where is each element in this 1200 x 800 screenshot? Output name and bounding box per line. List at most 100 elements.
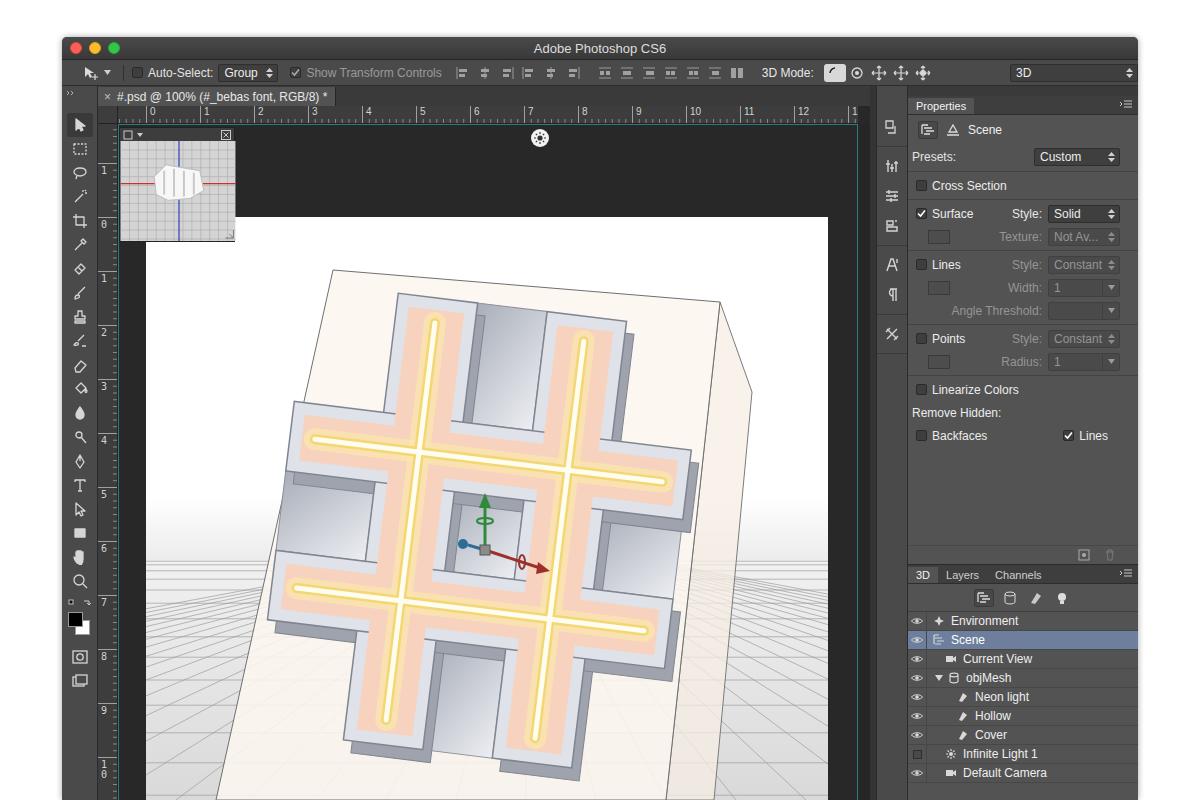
property-checkbox[interactable]: Cross Section <box>916 179 1036 193</box>
visibility-toggle[interactable] <box>908 612 927 630</box>
default-colors-button[interactable] <box>67 597 93 609</box>
visibility-toggle[interactable] <box>908 631 927 649</box>
canvas[interactable] <box>118 124 858 800</box>
tool-button[interactable] <box>67 209 93 233</box>
hashtag-mesh[interactable] <box>253 282 715 790</box>
panel-menu-icon[interactable] <box>1120 100 1132 110</box>
align-button[interactable] <box>518 63 540 83</box>
value-dropdown-button[interactable] <box>1102 303 1119 319</box>
render-icon[interactable] <box>1078 549 1090 561</box>
zoom-button[interactable] <box>108 42 120 54</box>
panel-tab[interactable]: Channels <box>987 567 1049 583</box>
scene-tree-item[interactable]: Scene <box>908 631 1138 650</box>
vertical-ruler[interactable]: 1012345678910 <box>98 124 118 800</box>
checkbox[interactable] <box>916 259 927 270</box>
value-input[interactable]: 1 <box>1048 279 1120 297</box>
scene-tree-item[interactable]: Current View <box>908 650 1138 669</box>
tool-button[interactable] <box>67 401 93 425</box>
auto-select-target-select[interactable]: Group <box>218 64 278 82</box>
3d-mode-button[interactable] <box>868 63 890 83</box>
property-checkbox[interactable]: Lines <box>916 258 1006 272</box>
dock-button[interactable] <box>879 151 905 181</box>
property-checkbox[interactable]: Lines <box>1063 429 1108 443</box>
trash-icon[interactable] <box>1104 549 1116 561</box>
panel-menu-icon[interactable] <box>1120 569 1132 579</box>
color-swatch[interactable] <box>928 230 950 244</box>
tool-button[interactable] <box>67 161 93 185</box>
tool-button[interactable] <box>67 497 93 521</box>
view-menu-icon[interactable] <box>123 130 153 140</box>
property-checkbox[interactable]: Surface <box>916 207 1006 221</box>
distribute-button[interactable] <box>704 63 726 83</box>
distribute-button[interactable] <box>616 63 638 83</box>
property-checkbox[interactable]: Points <box>916 332 1006 346</box>
checkbox[interactable] <box>290 67 301 78</box>
value-dropdown-button[interactable] <box>1102 280 1119 296</box>
tool-button[interactable] <box>67 233 93 257</box>
scene-tree-item[interactable]: Cover <box>908 726 1138 745</box>
property-checkbox[interactable]: Linearize Colors <box>916 383 1036 397</box>
scene-tree-item[interactable]: Environment <box>908 612 1138 631</box>
dock-button[interactable] <box>879 211 905 241</box>
tool-button[interactable] <box>67 281 93 305</box>
checkbox[interactable] <box>132 67 143 78</box>
color-swatch[interactable] <box>928 281 950 295</box>
3d-scene[interactable] <box>146 217 828 800</box>
quick-mask-button[interactable] <box>67 645 93 669</box>
align-button[interactable] <box>496 63 518 83</box>
align-button[interactable] <box>540 63 562 83</box>
transform-gizmo[interactable] <box>458 493 550 574</box>
3d-mode-button[interactable] <box>846 63 868 83</box>
presets-select[interactable]: Custom <box>1034 148 1120 166</box>
checkbox[interactable] <box>916 333 927 344</box>
distribute-button[interactable] <box>638 63 660 83</box>
meshes-filter[interactable] <box>1000 589 1020 607</box>
style-select[interactable]: Solid <box>1048 205 1120 223</box>
dock-button[interactable] <box>879 112 905 142</box>
color-swatch[interactable] <box>928 355 950 369</box>
checkbox[interactable] <box>1063 430 1074 441</box>
panel-tab[interactable]: 3D <box>908 567 938 583</box>
materials-filter[interactable] <box>1026 589 1046 607</box>
scene-tree-item[interactable]: Infinite Light 1 <box>908 745 1138 764</box>
close-view-icon[interactable] <box>221 130 231 140</box>
value-dropdown-button[interactable] <box>1102 354 1119 370</box>
style-select[interactable]: Constant <box>1048 330 1120 348</box>
expand-arrow-icon[interactable] <box>934 672 944 684</box>
panel-collapse-bar[interactable] <box>908 86 1138 96</box>
tool-button[interactable] <box>67 113 93 137</box>
ruler-origin[interactable] <box>98 106 118 124</box>
distribute-button[interactable] <box>682 63 704 83</box>
document[interactable] <box>146 217 828 800</box>
dock-button[interactable] <box>879 319 905 349</box>
distribute-button[interactable] <box>594 63 616 83</box>
close-tab-button[interactable]: × <box>104 90 111 104</box>
tool-button[interactable] <box>67 545 93 569</box>
tool-button[interactable] <box>67 329 93 353</box>
dock-button[interactable] <box>879 280 905 310</box>
workspace-select[interactable]: 3D <box>1010 64 1138 82</box>
property-checkbox[interactable]: Backfaces <box>916 429 987 443</box>
visibility-toggle[interactable] <box>908 669 927 687</box>
light-toggle-button[interactable] <box>531 129 549 147</box>
properties-tab[interactable]: Properties <box>908 98 974 114</box>
panel-tab[interactable]: Layers <box>938 567 987 583</box>
3d-secondary-view[interactable] <box>119 127 235 242</box>
scene-tree-item[interactable]: Neon light <box>908 688 1138 707</box>
distribute-button[interactable] <box>660 63 682 83</box>
scene-tree-item[interactable]: objMesh <box>908 669 1138 688</box>
tool-button[interactable] <box>67 137 93 161</box>
visibility-toggle[interactable] <box>908 726 927 744</box>
foreground-color-swatch[interactable] <box>68 612 83 627</box>
visibility-toggle[interactable] <box>908 650 927 668</box>
tool-preset-picker[interactable] <box>82 65 111 81</box>
auto-select-checkbox[interactable]: Auto-Select: <box>132 66 213 80</box>
close-button[interactable] <box>70 42 82 54</box>
3d-mode-button[interactable] <box>912 63 934 83</box>
scene-tree-item[interactable]: Default Camera <box>908 764 1138 783</box>
scene-tree-item[interactable]: Hollow <box>908 707 1138 726</box>
tool-button[interactable] <box>67 257 93 281</box>
style-select[interactable]: Constant <box>1048 256 1120 274</box>
document-tab[interactable]: ×#.psd @ 100% (#_bebas font, RGB/8) * <box>98 87 336 106</box>
tool-button[interactable] <box>67 473 93 497</box>
